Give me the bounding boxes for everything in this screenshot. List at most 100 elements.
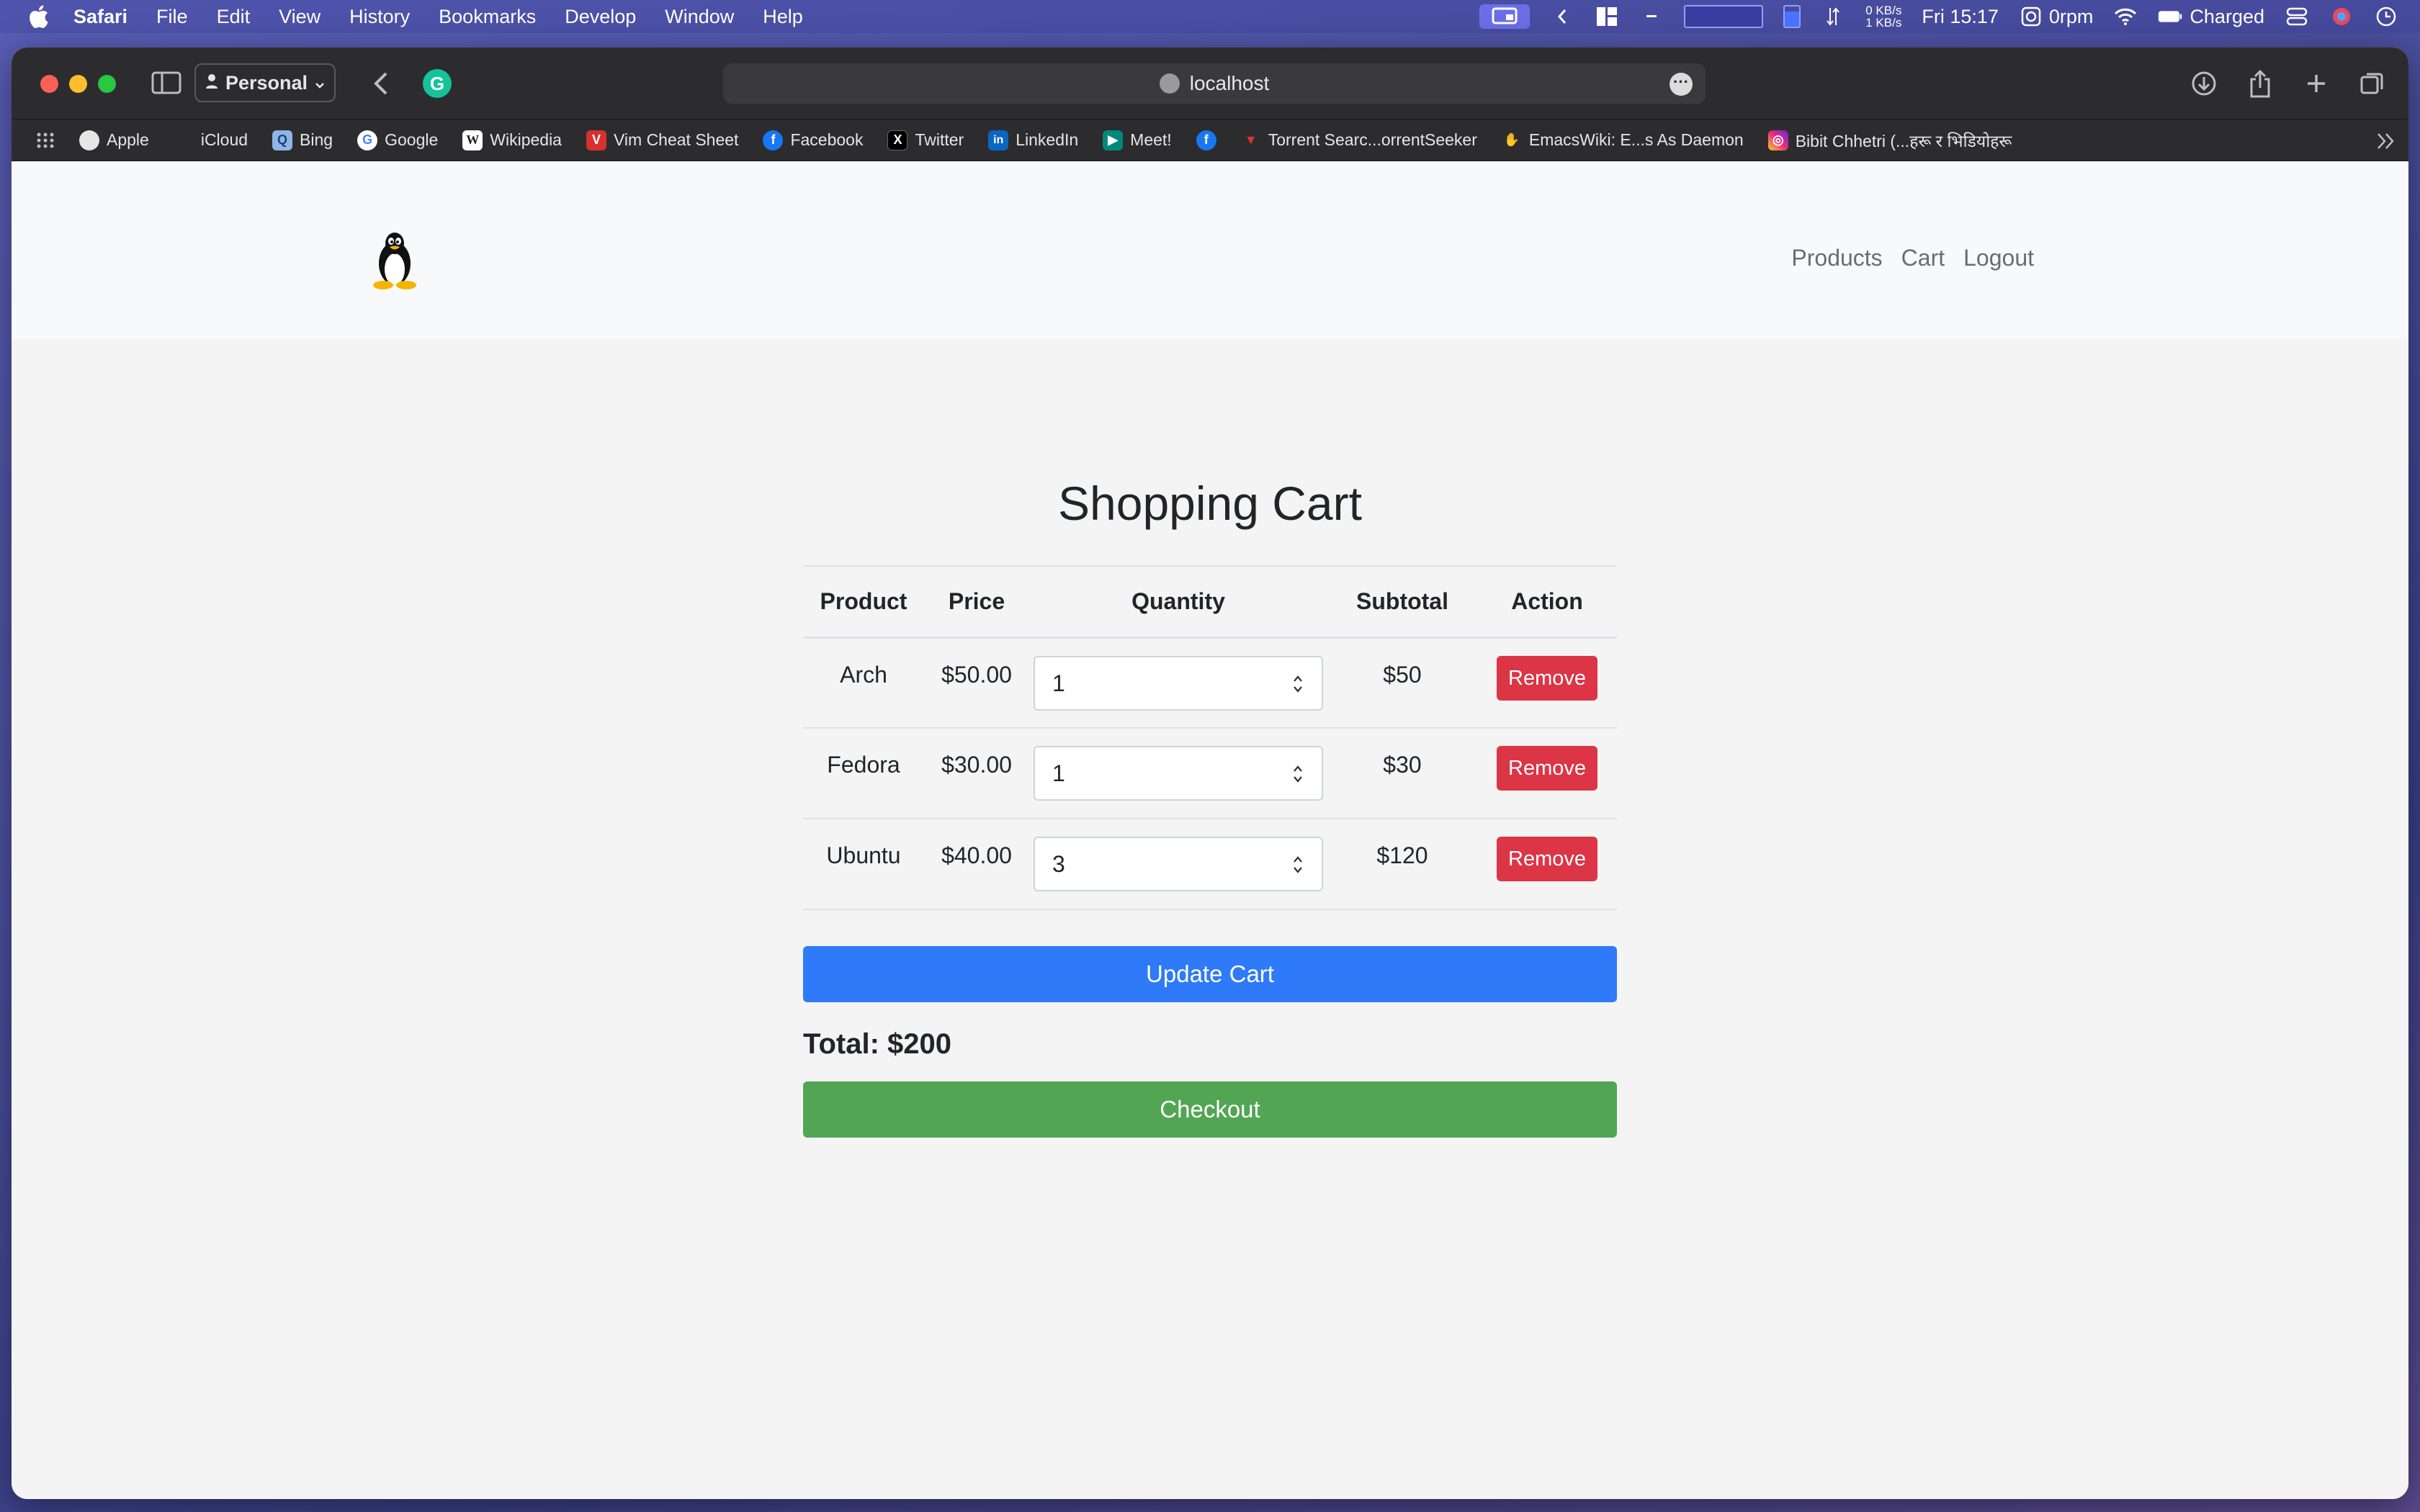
grammarly-extension-icon[interactable]: G <box>423 69 452 98</box>
wikipedia-icon: W <box>462 130 483 150</box>
quantity-stepper[interactable]: 1 <box>1034 746 1323 801</box>
bookmark-facebook[interactable]: f Facebook <box>763 130 863 150</box>
nav-cart-link[interactable]: Cart <box>1901 245 1945 271</box>
tux-logo-icon[interactable] <box>369 230 421 291</box>
fan-speed: 0rpm <box>2048 5 2094 27</box>
sidebar-toggle-icon[interactable] <box>151 69 182 96</box>
browser-toolbar: Personal G localhost ··· <box>12 48 2408 120</box>
site-navbar: Products Cart Logout <box>12 161 2408 338</box>
bookmarks-grid-icon[interactable] <box>36 132 58 149</box>
remove-button[interactable]: Remove <box>1497 746 1597 791</box>
memory-graph-icon[interactable] <box>1783 5 1801 28</box>
bing-icon: Q <box>272 130 293 150</box>
fan-status[interactable]: 0rpm <box>2019 5 2094 28</box>
product-subtotal: $120 <box>1327 819 1477 910</box>
share-icon[interactable] <box>2246 68 2275 99</box>
header-price: Price <box>924 565 1029 639</box>
x-icon: X <box>887 130 908 150</box>
nav-logout-link[interactable]: Logout <box>1963 245 2034 271</box>
siri-icon[interactable] <box>2329 6 2354 27</box>
apple-menu-icon[interactable] <box>27 4 49 29</box>
stepper-arrows-icon[interactable] <box>1291 673 1304 695</box>
safari-window: Personal G localhost ··· Apple iCloud Q … <box>12 48 2408 1499</box>
page-title: Shopping Cart <box>1058 477 1362 530</box>
menu-edit[interactable]: Edit <box>217 6 251 28</box>
menu-history[interactable]: History <box>349 6 410 28</box>
bookmark-apple[interactable]: Apple <box>79 130 149 150</box>
bookmark-google[interactable]: G Google <box>357 130 438 150</box>
nav-products-link[interactable]: Products <box>1791 245 1882 271</box>
torrent-icon: ▼ <box>1244 132 1258 147</box>
emacswiki-icon: ✋ <box>1503 132 1520 147</box>
instagram-icon: ◎ <box>1767 130 1788 150</box>
bookmark-instagram[interactable]: ◎ Bibit Chhetri (...हरू र भिडियोहरू <box>1767 129 2012 152</box>
remove-button[interactable]: Remove <box>1497 837 1597 881</box>
menu-help[interactable]: Help <box>763 6 803 28</box>
bookmarks-overflow-icon[interactable] <box>2375 131 2397 151</box>
close-window-button[interactable] <box>40 75 58 93</box>
chevron-left-icon[interactable] <box>1550 6 1574 27</box>
stepper-arrows-icon[interactable] <box>1291 763 1304 785</box>
clock[interactable]: Fri 15:17 <box>1922 6 1999 28</box>
product-price: $40.00 <box>924 819 1029 910</box>
quantity-stepper[interactable]: 3 <box>1034 837 1323 891</box>
table-row: Arch $50.00 1 $50 Remove <box>803 637 1617 729</box>
apple-icon <box>174 130 194 150</box>
bookmark-wikipedia[interactable]: W Wikipedia <box>462 130 562 150</box>
back-icon[interactable] <box>367 68 396 99</box>
linkedin-icon: in <box>988 130 1009 150</box>
control-center-icon[interactable] <box>2285 6 2309 27</box>
bookmark-torrent-seeker[interactable]: ▼ Torrent Searc...orrentSeeker <box>1241 130 1477 150</box>
page-menu-icon[interactable]: ··· <box>1670 73 1693 96</box>
zoom-window-button[interactable] <box>98 75 116 93</box>
downloads-icon[interactable] <box>2190 68 2218 99</box>
profile-selector[interactable]: Personal <box>194 63 336 102</box>
bookmark-label: Apple <box>107 130 149 149</box>
bookmark-bing[interactable]: Q Bing <box>272 130 333 150</box>
bookmark-linkedin[interactable]: in LinkedIn <box>988 130 1078 150</box>
network-speed: 0 KB/s 1 KB/s <box>1865 4 1901 29</box>
net-down-label: 0 KB/s <box>1865 4 1902 17</box>
menu-develop[interactable]: Develop <box>565 6 636 28</box>
menu-view[interactable]: View <box>279 6 321 28</box>
wifi-icon[interactable] <box>2113 6 2138 27</box>
menu-bar: Safari File Edit View History Bookmarks … <box>0 0 2420 33</box>
cart-table: Product Price Quantity Subtotal Action A… <box>803 565 1617 910</box>
cpu-graph-icon[interactable] <box>1684 5 1764 28</box>
cart-total: Total: $200 <box>803 1028 951 1060</box>
menu-window[interactable]: Window <box>665 6 734 28</box>
bookmark-label: LinkedIn <box>1016 130 1079 149</box>
menu-file[interactable]: File <box>156 6 188 28</box>
action-cell: Remove <box>1477 819 1617 910</box>
checkout-button[interactable]: Checkout <box>803 1081 1617 1138</box>
google-icon: G <box>357 130 378 150</box>
quantity-stepper[interactable]: 1 <box>1034 655 1323 711</box>
bookmark-twitter[interactable]: X Twitter <box>887 130 964 150</box>
address-bar[interactable]: localhost ··· <box>723 63 1706 104</box>
tab-overview-icon[interactable] <box>2358 68 2387 99</box>
cart-section: Shopping Cart Product Price Quantity Sub… <box>803 480 1617 1138</box>
bookmarks-bar: Apple iCloud Q Bing G Google W Wikipedia… <box>12 120 2408 161</box>
menu-app-name[interactable]: Safari <box>73 6 127 28</box>
stepper-arrows-icon[interactable] <box>1291 854 1304 876</box>
header-action: Action <box>1477 565 1617 639</box>
window-layout-icon[interactable] <box>1595 6 1619 27</box>
header-quantity: Quantity <box>1029 565 1327 639</box>
screen-mirroring-icon[interactable] <box>1479 4 1531 29</box>
bookmark-facebook-2[interactable]: f <box>1196 130 1216 150</box>
update-cart-button[interactable]: Update Cart <box>803 946 1617 1002</box>
bookmark-icloud[interactable]: iCloud <box>174 130 248 150</box>
bookmark-label: Facebook <box>790 130 864 149</box>
bookmark-emacswiki[interactable]: ✋ EmacsWiki: E...s As Daemon <box>1502 130 1744 150</box>
menu-bookmarks[interactable]: Bookmarks <box>439 6 536 28</box>
battery-status[interactable]: Charged <box>2158 6 2264 28</box>
bookmark-vim-cheat-sheet[interactable]: V Vim Cheat Sheet <box>586 130 738 150</box>
bookmark-label: Wikipedia <box>490 130 562 149</box>
minimize-window-button[interactable] <box>69 75 87 93</box>
new-tab-icon[interactable] <box>2302 68 2331 99</box>
net-up-label: 1 KB/s <box>1865 16 1902 30</box>
clock-app-icon[interactable] <box>2374 6 2398 27</box>
bookmark-meet[interactable]: ▶ Meet! <box>1103 130 1172 150</box>
quantity-value: 1 <box>1052 670 1065 696</box>
remove-button[interactable]: Remove <box>1497 655 1597 701</box>
